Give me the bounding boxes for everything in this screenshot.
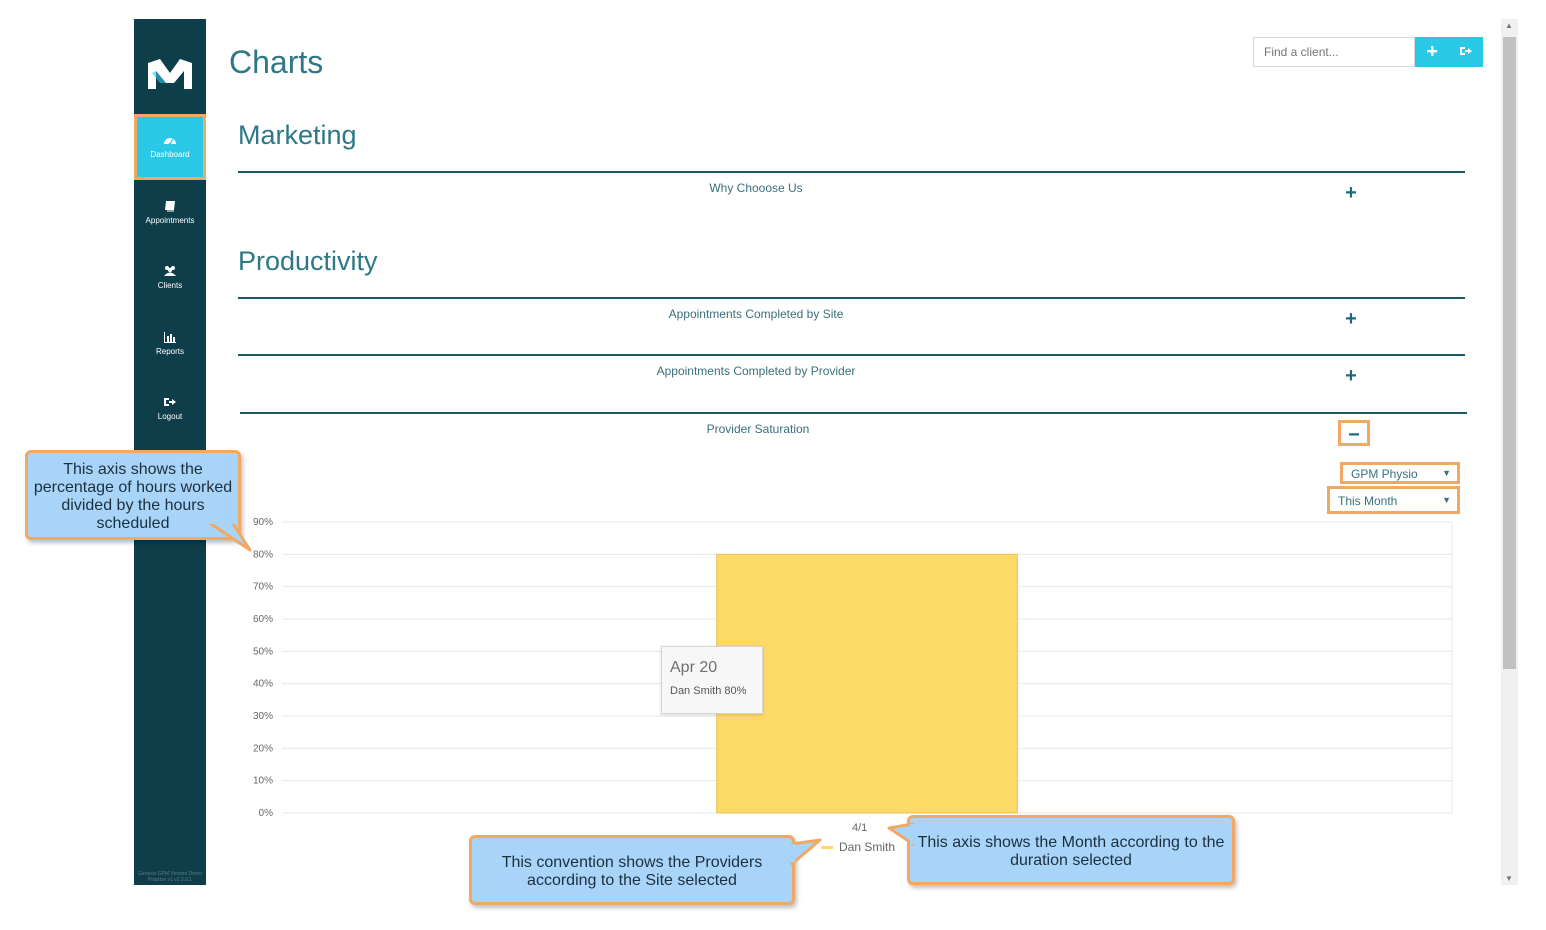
y-tick-label: 60%: [253, 614, 273, 625]
accordion-label: Why Chooose Us: [709, 181, 803, 195]
y-tick-label: 80%: [253, 549, 273, 560]
chart-tooltip: Apr 20 Dan Smith 80%: [661, 646, 763, 714]
add-client-button[interactable]: [1415, 37, 1449, 67]
y-tick-label: 40%: [253, 679, 273, 690]
callout-legend: This convention shows the Providers acco…: [469, 835, 795, 905]
version-footer: Genesis GPM Version Demo Practice v1 v1.…: [138, 871, 202, 883]
callout-text: This axis shows the Month according to t…: [917, 834, 1225, 869]
dashboard-gauge-icon: [164, 138, 176, 146]
y-tick-label: 50%: [253, 646, 273, 657]
tooltip-title: Apr 20: [670, 659, 718, 676]
y-tick-label: 10%: [253, 776, 273, 787]
section-title-productivity: Productivity: [238, 246, 378, 276]
sign-out-icon: [1460, 47, 1472, 55]
provider-saturation-chart: 0% 10% 20% 30% 40% 50% 60% 70% 80% 90%: [240, 505, 1465, 865]
scroll-down-icon[interactable]: ▼: [1505, 874, 1513, 883]
chart-svg: 0% 10% 20% 30% 40% 50% 60% 70% 80% 90%: [253, 517, 1453, 819]
plus-icon: [1427, 46, 1437, 56]
m-logo-icon[interactable]: [144, 55, 196, 95]
callout-tail-x-axis: [887, 822, 915, 846]
sidebar-item-label: Clients: [157, 281, 183, 290]
callout-tail-legend: [790, 838, 822, 866]
accordion-appointments-by-site[interactable]: Appointments Completed by Site +: [238, 297, 1465, 339]
y-tick-label: 20%: [253, 743, 273, 754]
sidebar-item-logout[interactable]: Logout: [134, 376, 206, 442]
site-select[interactable]: GPM Physio ▼: [1340, 462, 1460, 484]
bar-chart-icon: [164, 332, 176, 343]
sidebar-item-dashboard[interactable]: Dashboard: [134, 114, 206, 180]
sidebar-item-appointments[interactable]: Appointments: [134, 180, 206, 246]
accordion-label: Appointments Completed by Site: [668, 307, 844, 321]
expand-toggle[interactable]: +: [1339, 364, 1363, 388]
dropdown-caret-icon: ▼: [1442, 495, 1451, 505]
accordion-label: Appointments Completed by Provider: [656, 364, 856, 378]
y-tick-label: 90%: [253, 517, 273, 528]
callout-text: This convention shows the Providers acco…: [501, 854, 763, 889]
sign-out-icon: [164, 398, 176, 406]
accordion-appointments-by-provider[interactable]: Appointments Completed by Provider +: [238, 354, 1465, 396]
sidebar-item-clients[interactable]: Clients: [134, 245, 206, 311]
sidebar-item-label: Logout: [157, 412, 183, 421]
y-tick-label: 70%: [253, 582, 273, 593]
accordion-provider-saturation[interactable]: Provider Saturation −: [240, 412, 1467, 454]
dropdown-caret-icon: ▼: [1442, 468, 1451, 478]
x-tick-label: 4/1: [852, 822, 868, 834]
y-tick-label: 0%: [259, 808, 274, 819]
collapse-toggle[interactable]: −: [1338, 420, 1370, 446]
callout-x-axis: This axis shows the Month according to t…: [907, 815, 1235, 885]
sidebar-item-label: Dashboard: [150, 150, 190, 159]
expand-toggle[interactable]: +: [1339, 181, 1363, 205]
chart-legend[interactable]: Dan Smith: [821, 840, 895, 854]
y-tick-label: 30%: [253, 711, 273, 722]
sidebar-item-label: Appointments: [145, 216, 195, 225]
expand-toggle[interactable]: +: [1339, 307, 1363, 331]
page-title: Charts: [229, 44, 324, 80]
vertical-scrollbar[interactable]: ▲ ▼: [1501, 19, 1518, 885]
sidebar-item-reports[interactable]: Reports: [134, 311, 206, 377]
tooltip-text: Dan Smith 80%: [670, 685, 747, 697]
section-title-marketing: Marketing: [238, 120, 357, 150]
scroll-up-icon[interactable]: ▲: [1505, 21, 1513, 30]
site-select-value: GPM Physio: [1351, 467, 1418, 481]
scrollbar-thumb[interactable]: [1503, 37, 1516, 669]
client-search-input[interactable]: [1253, 37, 1415, 67]
book-icon: [165, 201, 175, 212]
callout-tail-y-axis: [204, 520, 252, 552]
accordion-why-choose-us[interactable]: Why Chooose Us +: [238, 171, 1465, 213]
sidebar-item-label: Reports: [155, 347, 184, 356]
users-icon: [164, 266, 176, 276]
accordion-label: Provider Saturation: [706, 422, 810, 436]
header-logout-button[interactable]: [1449, 37, 1483, 67]
